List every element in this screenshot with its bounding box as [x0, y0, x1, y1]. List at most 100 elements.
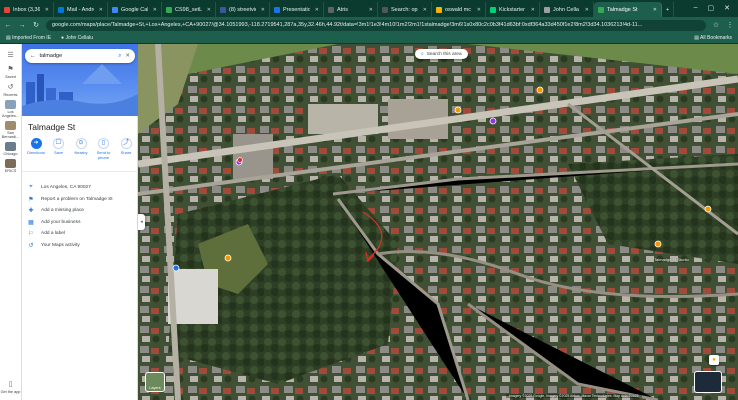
action-label: Share [120, 150, 132, 155]
search-box[interactable]: ← talmadge ⌕ ✕ [25, 49, 135, 63]
star-icon[interactable]: ☆ [712, 21, 720, 29]
map-place-label[interactable]: Talmadge St Studio [654, 257, 689, 262]
action-share-button[interactable]: ⤴ Share [116, 138, 136, 161]
info-row[interactable]: ↺ Your Maps activity [28, 240, 136, 252]
tab-favicon-icon [544, 6, 550, 13]
business-icon: ▦ [28, 219, 34, 226]
bookmark-item[interactable]: ● John Cellalu [61, 35, 93, 41]
all-bookmarks-link[interactable]: ▤ All Bookmarks [694, 35, 732, 41]
tab-favicon-icon [436, 6, 442, 13]
back-arrow-icon[interactable]: ← [30, 53, 36, 59]
collapse-panel-button[interactable]: ◂ [138, 214, 145, 230]
close-tab-icon[interactable]: ✕ [477, 7, 481, 13]
close-tab-icon[interactable]: ✕ [531, 7, 535, 13]
browser-tab-strip: Inbox (3,363✕Mail - Andre✕Google Cale✕CS… [0, 0, 738, 17]
new-tab-button[interactable]: + [662, 2, 675, 17]
search-input[interactable]: talmadge [40, 53, 115, 59]
pegman-icon[interactable]: ● [709, 355, 719, 365]
info-row[interactable]: ⚐ Add a label [28, 228, 136, 240]
place-thumbnail [5, 100, 16, 109]
close-icon[interactable]: ✕ [125, 53, 130, 59]
rail-item-saved[interactable]: ⚑ Saved [0, 64, 22, 79]
flag-icon: ⚑ [28, 196, 34, 203]
info-row-label: Los Angeles, CA 90027 [41, 185, 91, 191]
info-row[interactable]: ▦ Add your business [28, 217, 136, 229]
get-app-button[interactable]: ▯ Get the app [0, 379, 22, 394]
rail-item-recent-place[interactable]: ERICS [0, 159, 22, 173]
tab-label: oswald mc [445, 6, 471, 13]
close-tab-icon[interactable]: ✕ [45, 7, 49, 13]
menu-icon[interactable]: ⋮ [726, 21, 734, 29]
browser-tab[interactable]: Presentation ✕ [270, 2, 324, 17]
close-tab-icon[interactable]: ✕ [315, 7, 319, 13]
tab-favicon-icon [490, 6, 496, 13]
info-row[interactable]: ✚ Add a missing place [28, 205, 136, 217]
browser-tab[interactable]: John Cella ✕ [540, 2, 594, 17]
maximize-icon[interactable]: ▢ [708, 4, 715, 12]
action-save-button[interactable]: ☐ Save [49, 138, 69, 161]
forward-arrow-icon[interactable]: → [18, 22, 26, 29]
close-tab-icon[interactable]: ✕ [369, 7, 373, 13]
tab-label: CS98_setLig [175, 6, 202, 13]
bookmark-icon: ⚑ [7, 66, 14, 73]
action-nearby-button[interactable]: ⊙ Nearby [71, 138, 91, 161]
search-this-area-button[interactable]: ⌕ Search this area [415, 49, 468, 59]
tab-label: Inbox (3,363 [13, 6, 40, 13]
tab-favicon-icon [112, 6, 118, 13]
share-icon: ⤴ [120, 138, 132, 149]
maps-side-rail: ☰ ⚑ Saved ↺ Recents Los Angeles... San Ber… [0, 44, 22, 400]
phone-icon: ▯ [98, 138, 109, 149]
tab-favicon-icon [598, 6, 604, 13]
add-place-icon: ✚ [28, 208, 34, 215]
action-send-to-phone-button[interactable]: ▯ Send to phone [94, 138, 114, 161]
search-icon[interactable]: ⌕ [118, 53, 121, 60]
map-attribution: Imagery ©2025 Google, Imagery ©2025 Airb… [506, 394, 642, 398]
close-tab-icon[interactable]: ✕ [653, 7, 657, 13]
place-thumbnail [5, 159, 16, 168]
browser-tab[interactable]: Mail - Andre ✕ [54, 2, 108, 17]
hamburger-menu-icon: ☰ [7, 52, 14, 59]
close-icon[interactable]: ✕ [724, 4, 730, 12]
browser-tab[interactable]: oswald mc ✕ [432, 2, 486, 17]
phone-icon: ▯ [8, 381, 13, 388]
close-tab-icon[interactable]: ✕ [585, 7, 589, 13]
browser-tab[interactable]: Atris ✕ [324, 2, 378, 17]
back-arrow-icon[interactable]: ← [4, 22, 12, 29]
close-tab-icon[interactable]: ✕ [261, 7, 265, 13]
browser-tab[interactable]: (8) streetvie ✕ [216, 2, 270, 17]
browser-tab[interactable]: CS98_setLig ✕ [162, 2, 216, 17]
browser-tab[interactable]: Kickstarter ✕ [486, 2, 540, 17]
satellite-map[interactable]: Talmadge St Studio [138, 44, 738, 400]
close-tab-icon[interactable]: ✕ [153, 7, 157, 13]
rail-menu-button[interactable]: ☰ [0, 50, 22, 61]
action-directions-button[interactable]: ➜ Directions [26, 138, 46, 161]
address-bar[interactable]: google.com/maps/place/Talmadge+St,+Los+A… [46, 19, 706, 31]
rail-item-recent-place[interactable]: Chicago [0, 142, 22, 156]
tab-label: John Cella [553, 6, 579, 13]
browser-tab[interactable]: Inbox (3,363 ✕ [0, 2, 54, 17]
place-thumbnail [5, 121, 16, 130]
layers-button[interactable]: Layers [145, 372, 165, 392]
rail-item-recents[interactable]: ↺ Recents [0, 82, 22, 97]
tab-favicon-icon [58, 6, 64, 13]
reload-icon[interactable]: ↻ [32, 21, 40, 29]
place-thumbnail [5, 142, 16, 151]
rail-item-recent-place[interactable]: Los Angeles... [0, 100, 22, 118]
tab-favicon-icon [220, 6, 226, 13]
browser-tab[interactable]: Search: opu ✕ [378, 2, 432, 17]
directions-icon: ➜ [30, 138, 42, 149]
info-row[interactable]: ⚑ Report a problem on Talmadge St [28, 194, 136, 206]
close-tab-icon[interactable]: ✕ [99, 7, 103, 13]
minimize-icon[interactable]: – [694, 4, 698, 11]
close-tab-icon[interactable]: ✕ [423, 7, 427, 13]
action-label: Directions [27, 150, 45, 155]
search-icon: ⌕ [421, 52, 424, 57]
globe-view-thumbnail[interactable] [694, 371, 722, 393]
browser-toolbar: ← → ↻ google.com/maps/place/Talmadge+St,… [0, 17, 738, 33]
close-tab-icon[interactable]: ✕ [207, 7, 211, 13]
browser-tab[interactable]: Google Cale ✕ [108, 2, 162, 17]
browser-tab[interactable]: Talmadge St ✕ [594, 2, 662, 17]
tab-label: Talmadge St [607, 6, 638, 13]
bookmark-item[interactable]: ▤ Imported From IE [6, 35, 51, 41]
rail-item-recent-place[interactable]: San Bernardi... [0, 121, 22, 139]
